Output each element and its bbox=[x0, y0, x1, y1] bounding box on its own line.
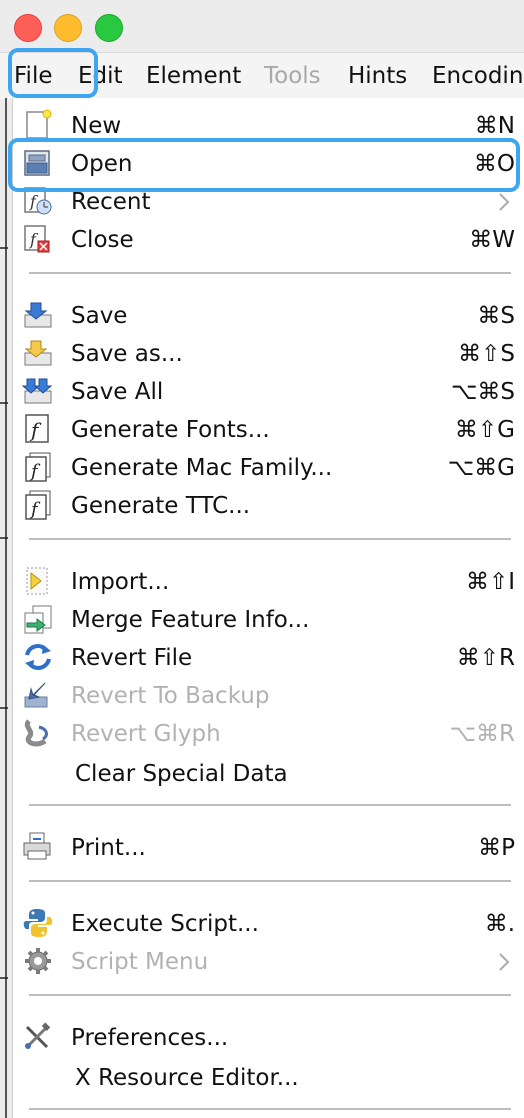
menu-item-label: Close bbox=[71, 227, 134, 253]
menu-item-import[interactable]: Import... ⌘⇧I bbox=[13, 562, 524, 600]
import-icon bbox=[26, 567, 48, 595]
save-all-icon bbox=[21, 378, 53, 404]
menu-item-label: Revert Glyph bbox=[71, 721, 221, 747]
close-file-icon: f bbox=[24, 225, 50, 253]
menu-encoding[interactable]: Encodin bbox=[432, 53, 523, 99]
menu-item-label: Preferences... bbox=[71, 1025, 229, 1051]
menu-item-label: Print... bbox=[71, 835, 146, 861]
menu-item-execute-script[interactable]: Execute Script... ⌘. bbox=[13, 904, 524, 942]
menu-item-revert-glyph: Revert Glyph ⌥⌘R bbox=[13, 714, 524, 752]
shortcut-label: ⌘W bbox=[469, 227, 515, 253]
menubar: File Edit Element Tools Hints Encodin bbox=[0, 52, 524, 99]
menu-separator bbox=[29, 1108, 511, 1110]
menu-item-new[interactable]: New ⌘N bbox=[13, 106, 524, 144]
menu-item-generate-mac-family[interactable]: f Generate Mac Family... ⌥⌘G bbox=[13, 448, 524, 486]
generate-mac-family-icon: f bbox=[25, 452, 51, 482]
menu-separator bbox=[29, 994, 511, 996]
menu-item-label: Save as... bbox=[71, 341, 183, 367]
menu-item-generate-fonts[interactable]: f Generate Fonts... ⌘⇧G bbox=[13, 410, 524, 448]
menu-item-label: X Resource Editor... bbox=[75, 1065, 299, 1091]
tools-icon bbox=[25, 1022, 51, 1049]
print-icon bbox=[23, 832, 51, 860]
menu-item-label: Generate TTC... bbox=[71, 493, 251, 519]
save-icon bbox=[24, 302, 52, 328]
menu-item-clear-special-data[interactable]: Clear Special Data bbox=[13, 754, 524, 792]
menu-separator bbox=[29, 804, 511, 806]
menu-tools: Tools bbox=[264, 63, 321, 89]
window-titlebar bbox=[0, 0, 524, 52]
python-icon bbox=[23, 909, 53, 937]
new-file-icon bbox=[26, 109, 52, 139]
generate-fonts-icon: f bbox=[25, 414, 49, 443]
shortcut-label: ⌘⇧R bbox=[456, 645, 515, 671]
file-menu-dropdown: New ⌘N Open ⌘O f Recent f Close ⌘W Save … bbox=[12, 98, 524, 1118]
menu-item-x-resource-editor[interactable]: X Resource Editor... bbox=[13, 1058, 524, 1096]
menu-item-label: Recent bbox=[71, 189, 151, 215]
shortcut-label: ⌘O bbox=[473, 151, 515, 177]
merge-feature-icon bbox=[24, 605, 52, 634]
menu-file[interactable]: File bbox=[14, 53, 53, 99]
shortcut-label: ⌘⇧G bbox=[454, 417, 515, 443]
menu-item-merge-feature-info[interactable]: Merge Feature Info... bbox=[13, 600, 524, 638]
save-as-icon bbox=[24, 340, 52, 366]
menu-item-label: Revert To Backup bbox=[71, 683, 270, 709]
menu-separator bbox=[29, 880, 511, 882]
menu-item-label: Open bbox=[71, 151, 133, 177]
menu-edit[interactable]: Edit bbox=[78, 53, 123, 99]
menu-element[interactable]: Element bbox=[146, 53, 241, 99]
menu-item-label: Generate Fonts... bbox=[71, 417, 270, 443]
revert-glyph-icon bbox=[24, 719, 48, 747]
zoom-window-button[interactable] bbox=[95, 14, 123, 42]
shortcut-label: ⌘P bbox=[478, 835, 515, 861]
menu-item-label: Script Menu bbox=[71, 949, 209, 975]
menu-item-label: Execute Script... bbox=[71, 911, 259, 937]
chevron-right-icon bbox=[499, 953, 510, 971]
recent-icon: f bbox=[24, 187, 52, 215]
menu-item-revert-file[interactable]: Revert File ⌘⇧R bbox=[13, 638, 524, 676]
menu-item-save-all[interactable]: Save All ⌥⌘S bbox=[13, 372, 524, 410]
menu-separator bbox=[29, 538, 511, 540]
menu-item-revert-to-backup: Revert To Backup bbox=[13, 676, 524, 714]
menu-item-recent[interactable]: f Recent bbox=[13, 182, 524, 220]
menu-item-generate-ttc[interactable]: f Generate TTC... bbox=[13, 486, 524, 524]
menu-item-save[interactable]: Save ⌘S bbox=[13, 296, 524, 334]
menu-hints[interactable]: Hints bbox=[348, 53, 407, 99]
shortcut-label: ⌥⌘G bbox=[447, 455, 515, 481]
shortcut-label: ⌘⇧I bbox=[465, 569, 515, 595]
menu-item-close[interactable]: f Close ⌘W bbox=[13, 220, 524, 258]
menu-item-label: New bbox=[71, 113, 122, 139]
shortcut-label: ⌥⌘R bbox=[449, 721, 516, 747]
shortcut-label: ⌘⇧S bbox=[458, 341, 515, 367]
menu-item-label: Merge Feature Info... bbox=[71, 607, 310, 633]
menu-item-save-as[interactable]: Save as... ⌘⇧S bbox=[13, 334, 524, 372]
menu-item-preferences[interactable]: Preferences... bbox=[13, 1018, 524, 1056]
menu-item-label: Clear Special Data bbox=[75, 761, 288, 787]
revert-backup-icon bbox=[24, 682, 48, 708]
menu-item-label: Revert File bbox=[71, 645, 193, 671]
chevron-right-icon bbox=[499, 193, 510, 211]
open-file-icon bbox=[24, 150, 50, 176]
revert-file-icon bbox=[25, 644, 51, 670]
close-window-button[interactable] bbox=[14, 14, 42, 42]
menu-item-script-menu: Script Menu bbox=[13, 942, 524, 980]
minimize-window-button[interactable] bbox=[54, 14, 82, 42]
shortcut-label: ⌥⌘S bbox=[450, 379, 515, 405]
menu-item-label: Save bbox=[71, 303, 128, 329]
shortcut-label: ⌘N bbox=[474, 113, 515, 139]
shortcut-label: ⌘. bbox=[484, 911, 515, 937]
menu-item-label: Save All bbox=[71, 379, 164, 405]
generate-ttc-icon: f bbox=[25, 490, 51, 520]
menu-separator bbox=[29, 272, 511, 274]
menu-item-label: Import... bbox=[71, 569, 170, 595]
gear-icon bbox=[25, 948, 51, 974]
menu-item-print[interactable]: Print... ⌘P bbox=[13, 828, 524, 866]
shortcut-label: ⌘S bbox=[477, 303, 515, 329]
menu-item-label: Generate Mac Family... bbox=[71, 455, 333, 481]
menu-item-open[interactable]: Open ⌘O bbox=[13, 144, 524, 182]
